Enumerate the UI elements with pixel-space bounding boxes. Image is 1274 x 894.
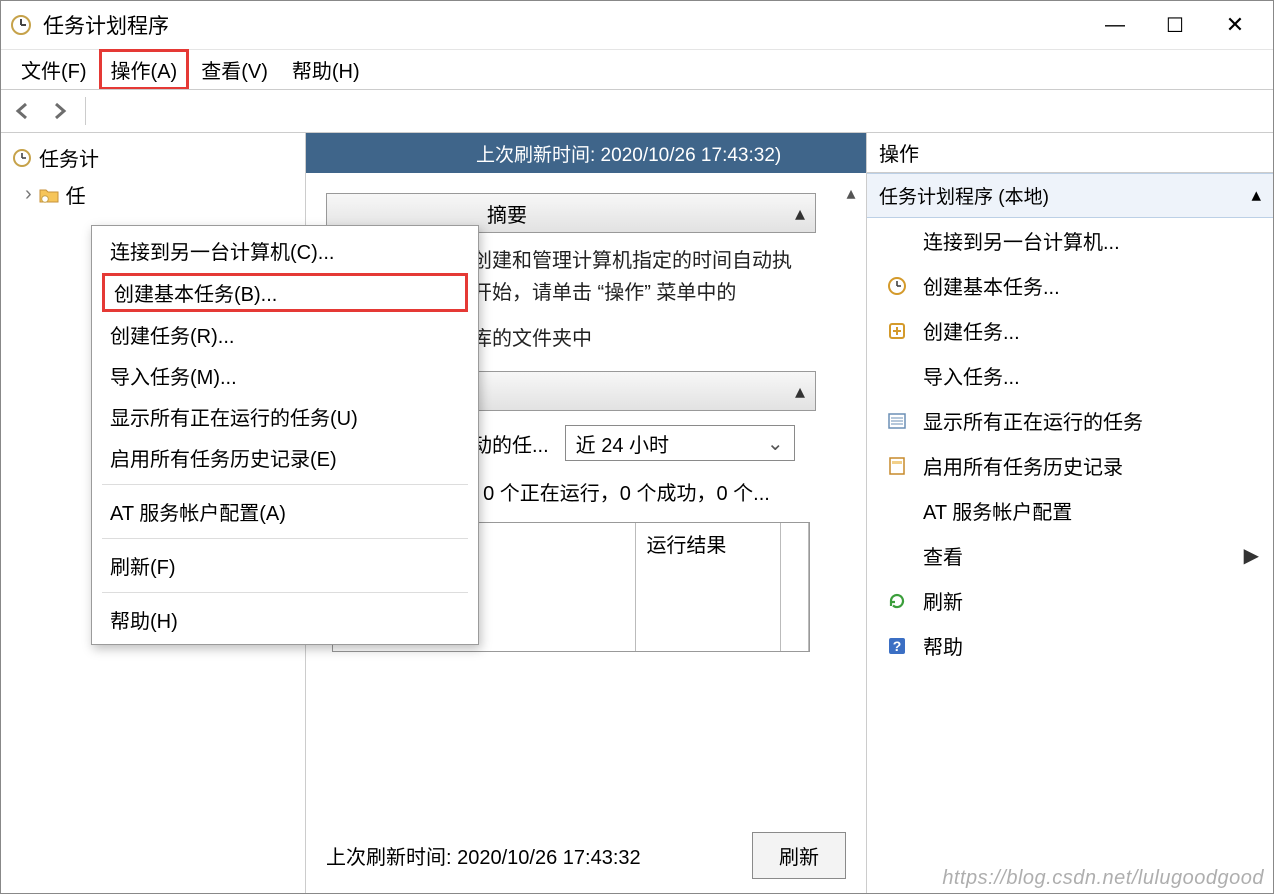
app-icon bbox=[9, 13, 33, 37]
window-controls: — ☐ ✕ bbox=[1085, 1, 1265, 49]
action-label: 显示所有正在运行的任务 bbox=[923, 406, 1143, 435]
actions-group-head[interactable]: 任务计划程序 (本地) ▴ bbox=[867, 173, 1273, 218]
expand-icon[interactable]: › bbox=[25, 183, 32, 206]
tree-root[interactable]: 任务计 bbox=[1, 139, 305, 176]
action-label: 创建任务... bbox=[923, 316, 1020, 345]
combo-value: 近 24 小时 bbox=[576, 429, 669, 458]
action-导入任务...[interactable]: 导入任务... bbox=[867, 353, 1273, 398]
back-button[interactable] bbox=[9, 97, 37, 125]
menu-separator bbox=[102, 484, 468, 485]
form-icon bbox=[885, 454, 909, 478]
refresh-icon bbox=[885, 589, 909, 613]
action-label: 帮助 bbox=[923, 631, 963, 660]
col-run-result[interactable]: 运行结果 bbox=[636, 523, 781, 651]
svg-text:?: ? bbox=[893, 638, 902, 654]
action-连接到另一台计算机...[interactable]: 连接到另一台计算机... bbox=[867, 218, 1273, 263]
actions-list: 连接到另一台计算机... 创建基本任务... 创建任务... 导入任务... 显示所有正… bbox=[867, 218, 1273, 668]
action-label: 创建基本任务... bbox=[923, 271, 1060, 300]
menu-item-5[interactable]: 启用所有任务历史记录(E) bbox=[92, 437, 478, 478]
menu-item-0[interactable]: 连接到另一台计算机(C)... bbox=[92, 230, 478, 271]
collapse-icon: ▴ bbox=[1251, 184, 1261, 207]
toolbar bbox=[1, 89, 1273, 133]
action-label: 连接到另一台计算机... bbox=[923, 226, 1120, 255]
menu-item-7[interactable]: 刷新(F) bbox=[92, 545, 478, 586]
folder-icon bbox=[38, 184, 60, 206]
menu-item-3[interactable]: 导入任务(M)... bbox=[92, 355, 478, 396]
none-icon bbox=[885, 499, 909, 523]
none-icon bbox=[885, 229, 909, 253]
titlebar: 任务计划程序 — ☐ ✕ bbox=[1, 1, 1273, 49]
menu-file[interactable]: 文件(F) bbox=[9, 49, 99, 90]
help-icon: ? bbox=[885, 634, 909, 658]
caret-icon: ▴ bbox=[795, 201, 805, 226]
menu-item-2[interactable]: 创建任务(R)... bbox=[92, 314, 478, 355]
clock-icon bbox=[11, 147, 33, 169]
action-label: 启用所有任务历史记录 bbox=[923, 451, 1123, 480]
none-icon bbox=[885, 544, 909, 568]
close-button[interactable]: ✕ bbox=[1205, 1, 1265, 49]
chevron-down-icon: ⌄ bbox=[767, 431, 784, 456]
chevron-right-icon: ▶ bbox=[1244, 543, 1259, 568]
menu-action[interactable]: 操作(A) bbox=[99, 49, 190, 90]
minimize-button[interactable]: — bbox=[1085, 1, 1145, 49]
toolbar-separator bbox=[85, 97, 86, 125]
list-icon bbox=[885, 409, 909, 433]
actions-pane: 操作 任务计划程序 (本地) ▴ 连接到另一台计算机... 创建基本任务... 创建… bbox=[867, 133, 1273, 893]
menu-item-6[interactable]: AT 服务帐户配置(A) bbox=[92, 491, 478, 532]
col-extra[interactable] bbox=[781, 523, 809, 651]
action-label: 导入任务... bbox=[923, 361, 1020, 390]
action-刷新[interactable]: 刷新 bbox=[867, 578, 1273, 623]
menu-help[interactable]: 帮助(H) bbox=[280, 49, 372, 90]
forward-button[interactable] bbox=[45, 97, 73, 125]
actions-title: 操作 bbox=[867, 133, 1273, 173]
action-显示所有正在运行的任务[interactable]: 显示所有正在运行的任务 bbox=[867, 398, 1273, 443]
action-label: 查看 bbox=[923, 541, 963, 570]
scroll-up-icon[interactable]: ▴ bbox=[846, 183, 855, 204]
menu-item-8[interactable]: 帮助(H) bbox=[92, 599, 478, 640]
action-创建基本任务...[interactable]: 创建基本任务... bbox=[867, 263, 1273, 308]
caret-icon: ▴ bbox=[795, 379, 805, 404]
menu-separator bbox=[102, 592, 468, 593]
maximize-button[interactable]: ☐ bbox=[1145, 1, 1205, 49]
new-icon bbox=[885, 319, 909, 343]
action-menu-dropdown: 连接到另一台计算机(C)...创建基本任务(B)...创建任务(R)...导入任… bbox=[91, 225, 479, 645]
body: 任务计 › 任 上次刷新时间: 2020/10/26 17:43:32) 摘要 … bbox=[1, 133, 1273, 893]
action-查看[interactable]: 查看 ▶ bbox=[867, 533, 1273, 578]
refresh-button[interactable]: 刷新 bbox=[752, 832, 846, 879]
tree-root-label: 任务计 bbox=[39, 143, 99, 172]
action-label: AT 服务帐户配置 bbox=[923, 496, 1072, 525]
action-AT 服务帐户配置[interactable]: AT 服务帐户配置 bbox=[867, 488, 1273, 533]
status-strip: 上次刷新时间: 2020/10/26 17:43:32) bbox=[306, 133, 866, 173]
menu-item-4[interactable]: 显示所有正在运行的任务(U) bbox=[92, 396, 478, 437]
menu-item-1[interactable]: 创建基本任务(B)... bbox=[102, 273, 468, 312]
tree-child[interactable]: › 任 bbox=[1, 176, 305, 213]
menu-view[interactable]: 查看(V) bbox=[189, 49, 280, 90]
center-footer: 上次刷新时间: 2020/10/26 17:43:32 刷新 bbox=[306, 817, 866, 893]
time-range-combo[interactable]: 近 24 小时 ⌄ bbox=[565, 425, 795, 461]
last-refresh-label: 上次刷新时间: 2020/10/26 17:43:32 bbox=[326, 841, 641, 870]
action-帮助[interactable]: ? 帮助 bbox=[867, 623, 1273, 668]
tree-child-label: 任 bbox=[66, 180, 86, 209]
none-icon bbox=[885, 364, 909, 388]
action-启用所有任务历史记录[interactable]: 启用所有任务历史记录 bbox=[867, 443, 1273, 488]
overview-header-tail: 摘要 bbox=[487, 199, 527, 228]
app-window: 任务计划程序 — ☐ ✕ 文件(F) 操作(A) 查看(V) 帮助(H) 任务计 bbox=[0, 0, 1274, 894]
action-label: 刷新 bbox=[923, 586, 963, 615]
scrollbar[interactable]: ▴ bbox=[836, 173, 866, 817]
menu-separator bbox=[102, 538, 468, 539]
clock-icon bbox=[885, 274, 909, 298]
menubar: 文件(F) 操作(A) 查看(V) 帮助(H) bbox=[1, 49, 1273, 89]
action-创建任务...[interactable]: 创建任务... bbox=[867, 308, 1273, 353]
window-title: 任务计划程序 bbox=[43, 10, 1085, 40]
